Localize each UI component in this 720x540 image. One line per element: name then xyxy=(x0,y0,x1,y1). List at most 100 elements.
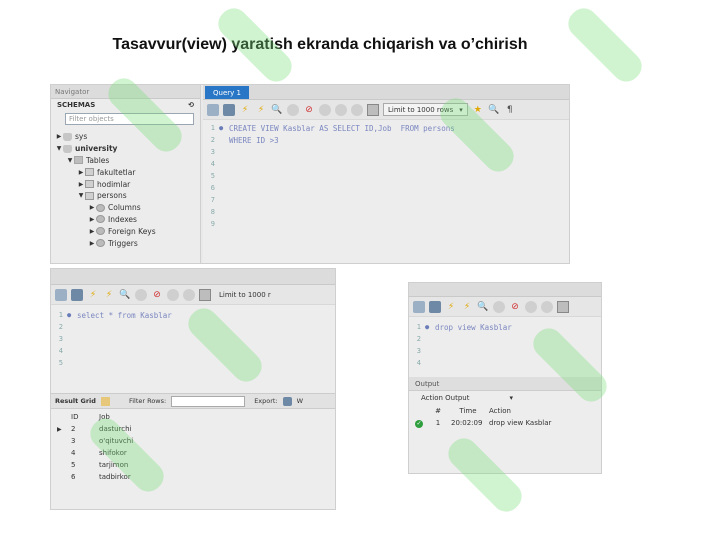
column-header-job[interactable]: Job xyxy=(97,411,147,423)
chevron-right-icon[interactable]: ▶ xyxy=(88,204,96,211)
cell-job[interactable]: dasturchi xyxy=(97,423,147,435)
code-line[interactable]: 3 xyxy=(409,345,601,357)
table-row[interactable]: ▶ 2 dasturchi xyxy=(55,423,147,435)
code-line[interactable]: 1 ● CREATE VIEW Kasblar AS SELECT ID,Job F… xyxy=(203,122,569,134)
chevron-right-icon[interactable]: ▶ xyxy=(77,169,85,176)
toggle-icon[interactable] xyxy=(199,288,211,301)
output-select[interactable]: Action Output ▾ xyxy=(409,391,601,405)
tree-item[interactable]: ▼ persons xyxy=(51,190,200,202)
export-icon[interactable] xyxy=(282,396,292,406)
grid-icon[interactable] xyxy=(100,396,110,406)
table-row[interactable]: 5 tarjimon xyxy=(55,459,147,471)
tree-item[interactable]: ▶ Indexes xyxy=(51,214,200,226)
limit-rows-select[interactable]: Limit to 1000 rows ▾ xyxy=(383,103,468,116)
code-line[interactable]: 4 xyxy=(51,345,335,357)
code-line[interactable]: 1 ● drop view Kasblar xyxy=(409,321,601,333)
save-icon[interactable] xyxy=(429,300,441,313)
open-file-icon[interactable] xyxy=(55,288,67,301)
execute-current-icon[interactable]: ⚡ xyxy=(461,301,473,313)
code-line[interactable]: 2 xyxy=(409,333,601,345)
stop-icon[interactable]: ⊘ xyxy=(303,104,315,116)
code-line[interactable]: 5 xyxy=(51,357,335,369)
refresh-icon[interactable]: ⟲ xyxy=(188,101,194,109)
drop-code-area[interactable]: 1 ● drop view Kasblar 2 3 4 xyxy=(409,317,601,377)
result-grid-label[interactable]: Result Grid xyxy=(55,397,96,405)
chevron-down-icon[interactable]: ▼ xyxy=(77,192,85,199)
rollback-icon[interactable] xyxy=(541,300,553,313)
beautify-icon[interactable]: ★ xyxy=(472,104,484,116)
chevron-down-icon[interactable]: ▼ xyxy=(66,157,74,164)
stop-icon[interactable]: ⊘ xyxy=(509,301,521,313)
commit-icon[interactable] xyxy=(525,300,537,313)
cell-job[interactable]: o'qituvchi xyxy=(97,435,147,447)
cell-job[interactable]: tarjimon xyxy=(97,459,147,471)
execute-current-icon[interactable]: ⚡ xyxy=(103,289,115,301)
table-row[interactable]: 4 shifokor xyxy=(55,447,147,459)
open-file-icon[interactable] xyxy=(413,300,425,313)
tree-item[interactable]: ▼ university xyxy=(51,143,200,155)
tree-item[interactable]: ▼ Tables xyxy=(51,155,200,167)
explain-icon[interactable]: 🔍 xyxy=(477,301,489,313)
cell-id[interactable]: 3 xyxy=(69,435,97,447)
filter-rows-input[interactable] xyxy=(171,395,246,407)
select-code-area[interactable]: 1 ● select * from Kasblar 2 3 4 5 xyxy=(51,305,335,393)
code-line[interactable]: 2 xyxy=(51,321,335,333)
toggle-icon[interactable] xyxy=(367,103,379,116)
chevron-right-icon[interactable]: ▶ xyxy=(88,240,96,247)
autocommit-icon[interactable] xyxy=(351,103,363,116)
cell-id[interactable]: 6 xyxy=(69,471,97,483)
find-icon[interactable]: 🔍 xyxy=(488,104,500,116)
code-line[interactable]: 4 xyxy=(203,158,569,170)
filter-objects-input[interactable]: Filter objects xyxy=(65,113,194,125)
tab-query-1[interactable]: Query 1 xyxy=(205,86,249,99)
chevron-right-icon[interactable]: ▶ xyxy=(55,133,63,140)
code-line[interactable]: 6 xyxy=(203,182,569,194)
execute-icon[interactable]: ⚡ xyxy=(87,289,99,301)
open-file-icon[interactable] xyxy=(207,103,219,116)
save-icon[interactable] xyxy=(71,288,83,301)
code-line[interactable]: 5 xyxy=(203,170,569,182)
code-line[interactable]: 7 xyxy=(203,194,569,206)
table-row[interactable]: 6 tadbirkor xyxy=(55,471,147,483)
code-line[interactable]: 3 xyxy=(203,146,569,158)
tree-item[interactable]: ▶ Triggers xyxy=(51,237,200,249)
tree-item[interactable]: ▶ hodimlar xyxy=(51,178,200,190)
stop-icon[interactable]: ⊘ xyxy=(151,289,163,301)
tree-item[interactable]: ▶ fakultetlar xyxy=(51,166,200,178)
code-line[interactable]: 1 ● select * from Kasblar xyxy=(51,309,335,321)
cell-job[interactable]: shifokor xyxy=(97,447,147,459)
commit-icon[interactable] xyxy=(319,103,331,116)
tree-item[interactable]: ▶ sys xyxy=(51,131,200,143)
cell-id[interactable]: 5 xyxy=(69,459,97,471)
limit-rows-select[interactable]: Limit to 1000 r xyxy=(215,288,275,301)
chevron-right-icon[interactable]: ▶ xyxy=(88,216,96,223)
code-line[interactable]: 3 xyxy=(51,333,335,345)
tree-item[interactable]: ▶ Foreign Keys xyxy=(51,225,200,237)
output-row[interactable]: ✓ 1 20:02:09 drop view Kasblar xyxy=(413,417,553,429)
cell-id[interactable]: 4 xyxy=(69,447,97,459)
code-line[interactable]: 4 xyxy=(409,357,601,369)
query-code-area[interactable]: 1 ● CREATE VIEW Kasblar AS SELECT ID,Job F… xyxy=(203,120,569,230)
commit-icon[interactable] xyxy=(167,288,179,301)
chevron-right-icon[interactable]: ▶ xyxy=(77,181,85,188)
column-header-id[interactable]: ID xyxy=(69,411,97,423)
invisible-chars-icon[interactable]: ¶ xyxy=(504,104,516,116)
chevron-right-icon[interactable]: ▶ xyxy=(88,228,96,235)
code-line[interactable]: 2 WHERE ID >3 xyxy=(203,134,569,146)
explain-icon[interactable]: 🔍 xyxy=(271,104,283,116)
execute-icon[interactable]: ⚡ xyxy=(445,301,457,313)
wrap-label[interactable]: W xyxy=(297,397,303,405)
export-label[interactable]: Export: xyxy=(254,397,277,405)
toggle-icon[interactable] xyxy=(557,300,569,313)
explain-icon[interactable]: 🔍 xyxy=(119,289,131,301)
chevron-down-icon[interactable]: ▼ xyxy=(55,145,63,152)
tree-item[interactable]: ▶ Columns xyxy=(51,202,200,214)
rollback-icon[interactable] xyxy=(183,288,195,301)
save-icon[interactable] xyxy=(223,103,235,116)
code-line[interactable]: 9 xyxy=(203,218,569,230)
execute-icon[interactable]: ⚡ xyxy=(239,104,251,116)
cell-job[interactable]: tadbirkor xyxy=(97,471,147,483)
rollback-icon[interactable] xyxy=(335,103,347,116)
cell-id[interactable]: 2 xyxy=(69,423,97,435)
table-row[interactable]: 3 o'qituvchi xyxy=(55,435,147,447)
